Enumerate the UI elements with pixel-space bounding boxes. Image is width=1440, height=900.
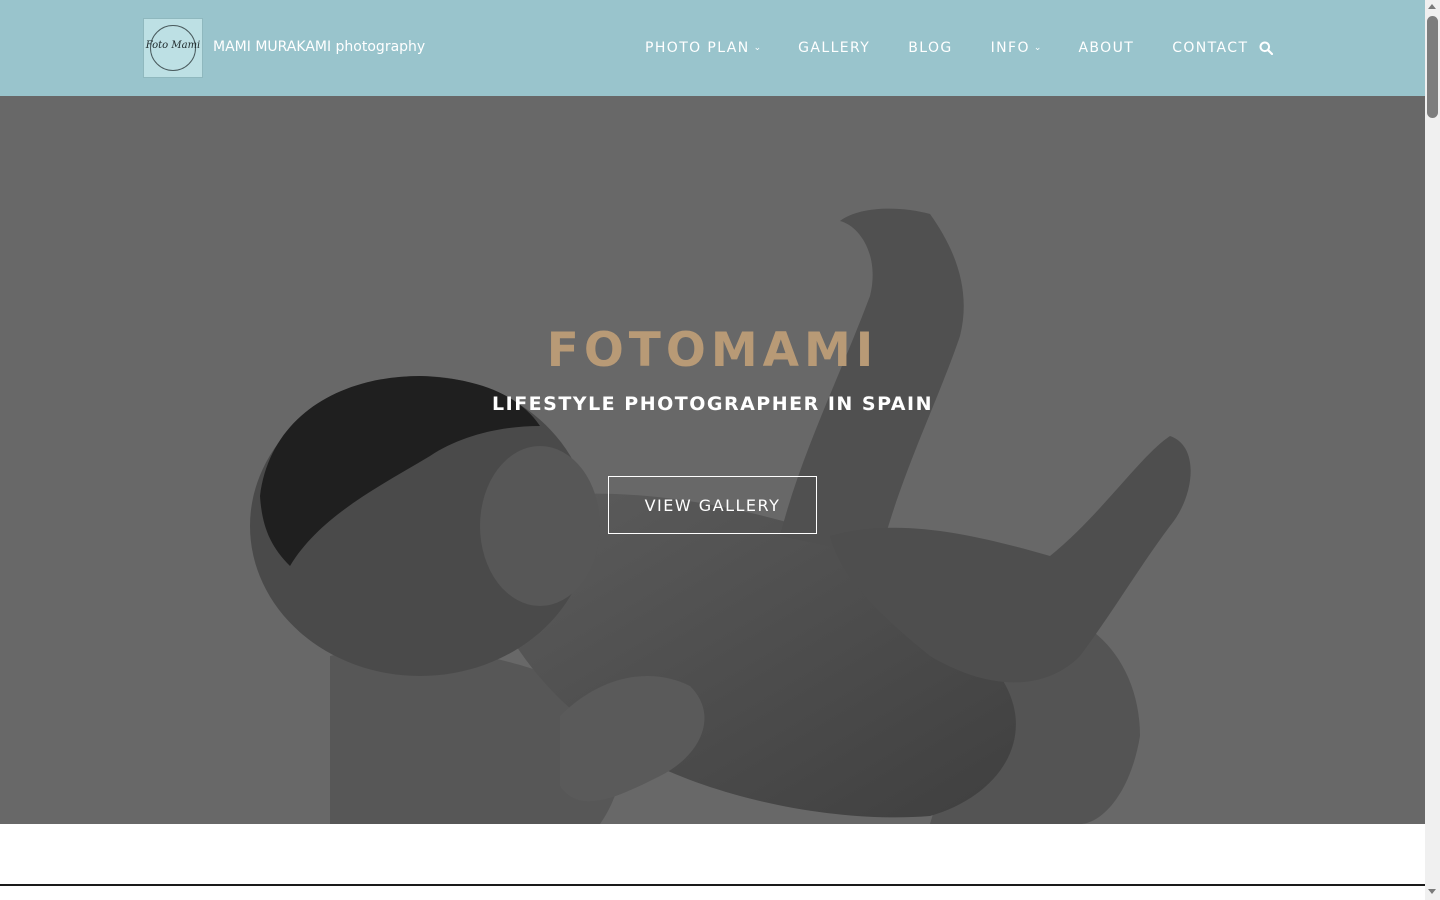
brand[interactable]: Foto Mami MAMI MURAKAMI photography xyxy=(143,18,425,78)
site-header: Foto Mami MAMI MURAKAMI photography PHOT… xyxy=(0,0,1425,96)
view-gallery-button[interactable]: VIEW GALLERY xyxy=(608,476,817,534)
nav-item-gallery[interactable]: GALLERY xyxy=(798,39,870,57)
page-scrollbar[interactable] xyxy=(1425,0,1440,900)
nav-item-contact[interactable]: CONTACT xyxy=(1172,39,1248,57)
hero: FOTOMAMI LIFESTYLE PHOTOGRAPHER IN SPAIN… xyxy=(0,96,1425,824)
logo-text: Foto Mami xyxy=(145,40,201,51)
nav-item-label: GALLERY xyxy=(798,40,871,56)
hero-subtitle: LIFESTYLE PHOTOGRAPHER IN SPAIN xyxy=(492,393,933,415)
chevron-down-icon: ⌄ xyxy=(1033,43,1042,53)
search-icon[interactable] xyxy=(1259,41,1273,55)
section-divider xyxy=(0,884,1425,886)
nav-item-label: CONTACT xyxy=(1172,40,1249,56)
site-logo[interactable]: Foto Mami xyxy=(143,18,203,78)
brand-name[interactable]: MAMI MURAKAMI photography xyxy=(213,39,425,55)
nav-item-info[interactable]: INFO ⌄ xyxy=(991,39,1042,57)
nav-item-photo-plan[interactable]: PHOTO PLAN ⌄ xyxy=(645,39,761,57)
nav-item-label: BLOG xyxy=(908,40,953,56)
hero-title: FOTOMAMI xyxy=(546,323,879,378)
nav-item-label: PHOTO PLAN xyxy=(645,40,750,56)
nav-item-label: ABOUT xyxy=(1078,40,1135,56)
nav-item-label: INFO xyxy=(990,40,1030,56)
chevron-down-icon: ⌄ xyxy=(753,43,762,53)
main-nav: PHOTO PLAN ⌄ GALLERY BLOG INFO ⌄ ABOUT C… xyxy=(645,39,1248,57)
hero-content: FOTOMAMI LIFESTYLE PHOTOGRAPHER IN SPAIN… xyxy=(0,96,1425,824)
nav-item-about[interactable]: ABOUT xyxy=(1078,39,1134,57)
scrollbar-thumb[interactable] xyxy=(1427,16,1438,118)
scroll-down-arrow-icon[interactable] xyxy=(1428,889,1436,894)
page: Foto Mami MAMI MURAKAMI photography PHOT… xyxy=(0,0,1425,900)
nav-item-blog[interactable]: BLOG xyxy=(908,39,952,57)
scroll-up-arrow-icon[interactable] xyxy=(1428,4,1436,9)
